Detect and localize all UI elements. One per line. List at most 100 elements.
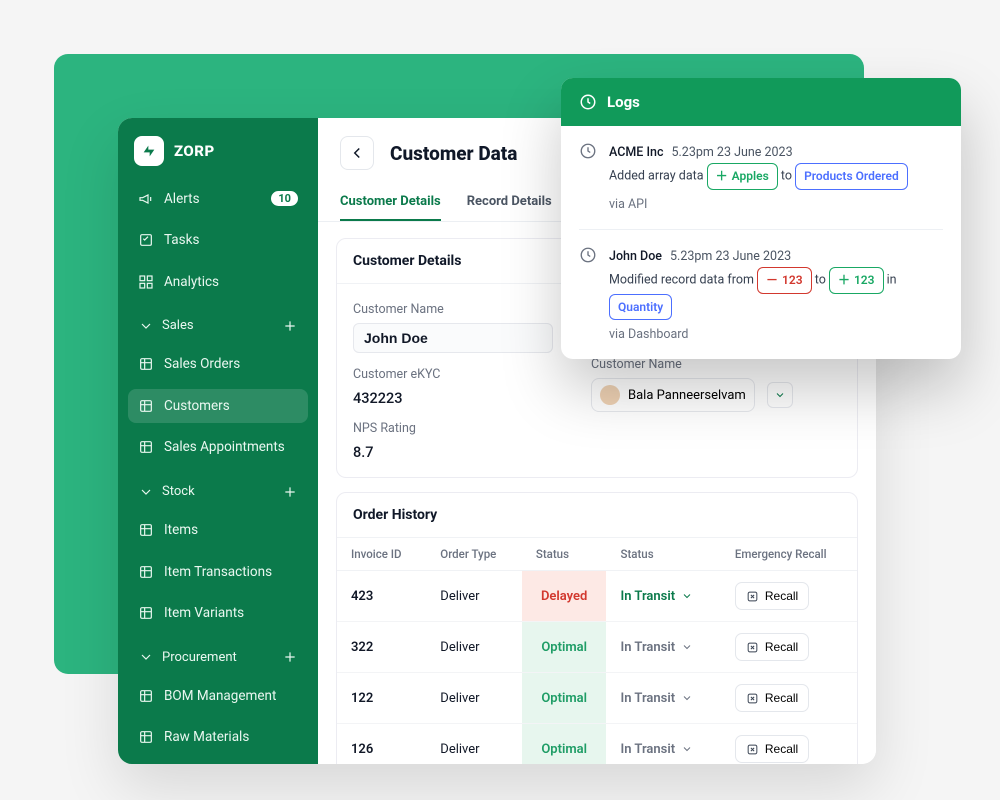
log-time: 5.23pm 23 June 2023 xyxy=(670,249,791,264)
log-tag: －123 xyxy=(757,267,812,293)
cell-transit: In Transit xyxy=(606,622,720,673)
sidebar-group-label: Sales xyxy=(162,318,194,333)
sidebar-item-raw-materials[interactable]: Raw Materials xyxy=(128,721,308,754)
log-actor: John Doe xyxy=(609,249,662,264)
sidebar-group-procurement[interactable]: Procurement xyxy=(128,644,308,672)
sidebar-group-label: Procurement xyxy=(162,650,237,665)
sidebar-item-label: Item Transactions xyxy=(164,564,272,580)
order-history-table: Invoice ID Order Type Status Status Emer… xyxy=(337,537,857,764)
table-icon xyxy=(138,605,154,621)
clock-icon xyxy=(579,246,597,345)
sidebar-group-label: Stock xyxy=(162,484,195,499)
chevron-down-icon xyxy=(681,641,693,653)
chevron-down-icon xyxy=(138,484,154,500)
tab-record-details[interactable]: Record Details xyxy=(467,184,552,221)
recall-button[interactable]: Recall xyxy=(735,633,809,661)
sidebar-item-item-variants[interactable]: Item Variants xyxy=(128,596,308,629)
sidebar-item-alerts[interactable]: Alerts 10 xyxy=(128,182,308,215)
sidebar-item-tasks[interactable]: Tasks xyxy=(128,223,308,256)
history-icon xyxy=(579,93,597,111)
log-meta: via API xyxy=(609,194,908,215)
back-button[interactable] xyxy=(340,136,374,170)
col-order-type: Order Type xyxy=(426,538,522,571)
plus-icon[interactable] xyxy=(282,484,298,500)
megaphone-icon xyxy=(138,191,154,207)
customer-name-input[interactable] xyxy=(353,323,553,353)
col-status2: Status xyxy=(606,538,720,571)
cell-invoice: 322 xyxy=(337,622,426,673)
logs-title: Logs xyxy=(607,93,640,111)
recall-button[interactable]: Recall xyxy=(735,684,809,712)
logs-panel: Logs ACME Inc 5.23pm 23 June 2023 Added a… xyxy=(561,78,961,359)
field-label: Customer eKYC xyxy=(353,367,553,382)
plus-icon[interactable] xyxy=(282,649,298,665)
table-row: 322 Deliver Optimal In Transit Recall xyxy=(337,622,857,673)
sidebar-item-customers[interactable]: Customers xyxy=(128,389,308,422)
brand-logo xyxy=(134,136,164,166)
table-icon xyxy=(138,729,154,745)
table-icon xyxy=(138,522,154,538)
recall-button[interactable]: Recall xyxy=(735,735,809,763)
sidebar-group-sales[interactable]: Sales xyxy=(128,312,308,340)
cell-recall: Recall xyxy=(721,571,857,622)
tab-customer-details[interactable]: Customer Details xyxy=(340,184,441,221)
chevron-down-icon xyxy=(138,649,154,665)
table-row: 122 Deliver Optimal In Transit Recall xyxy=(337,673,857,724)
sidebar-item-label: Alerts xyxy=(164,191,200,207)
transit-dropdown[interactable]: In Transit xyxy=(620,691,693,706)
table-icon xyxy=(138,356,154,372)
field-label: NPS Rating xyxy=(353,421,553,436)
col-status: Status xyxy=(522,538,607,571)
sidebar-item-label: Items xyxy=(164,522,198,538)
transit-dropdown[interactable]: In Transit xyxy=(620,640,693,655)
cell-recall: Recall xyxy=(721,724,857,765)
sidebar-item-item-transactions[interactable]: Item Transactions xyxy=(128,555,308,588)
cell-status: Optimal xyxy=(522,673,607,724)
x-square-icon xyxy=(746,743,759,756)
nps-value: 8.7 xyxy=(353,444,374,461)
clock-icon xyxy=(579,142,597,215)
table-icon xyxy=(138,688,154,704)
sidebar-item-bom-management[interactable]: BOM Management xyxy=(128,679,308,712)
sidebar-item-analytics[interactable]: Analytics xyxy=(128,265,308,298)
owner-dropdown[interactable] xyxy=(767,382,793,408)
log-meta: via Dashboard xyxy=(609,324,943,345)
field-label: Customer Name xyxy=(353,302,553,317)
analytics-icon xyxy=(138,274,154,290)
cell-type: Deliver xyxy=(426,571,522,622)
table-icon xyxy=(138,439,154,455)
sidebar-item-items[interactable]: Items xyxy=(128,513,308,546)
log-item: John Doe5.23pm 23 June 2023 Modified rec… xyxy=(561,230,961,359)
log-line: Added array data ＋Apples to Products Ord… xyxy=(609,163,908,189)
cell-status: Optimal xyxy=(522,724,607,765)
plus-icon[interactable] xyxy=(282,318,298,334)
log-tag: Products Ordered xyxy=(795,163,908,189)
cell-transit: In Transit xyxy=(606,673,720,724)
cell-invoice: 423 xyxy=(337,571,426,622)
details-left: Customer Name Customer eKYC 432223 NPS R… xyxy=(353,288,553,461)
alerts-count: 10 xyxy=(271,191,298,206)
sidebar-item-label: Sales Orders xyxy=(164,356,240,372)
cell-transit: In Transit xyxy=(606,724,720,765)
chevron-down-icon xyxy=(681,743,693,755)
order-history-card: Order History Invoice ID Order Type Stat… xyxy=(336,492,858,764)
log-time: 5.23pm 23 June 2023 xyxy=(671,145,792,160)
chevron-down-icon xyxy=(681,692,693,704)
sidebar-item-sales-appointments[interactable]: Sales Appointments xyxy=(128,431,308,464)
logs-header: Logs xyxy=(561,78,961,126)
sidebar-group-stock[interactable]: Stock xyxy=(128,478,308,506)
transit-dropdown[interactable]: In Transit xyxy=(620,589,693,604)
transit-dropdown[interactable]: In Transit xyxy=(620,742,693,757)
field-label: Customer Name xyxy=(591,357,807,372)
x-square-icon xyxy=(746,641,759,654)
brand: ZORP xyxy=(128,136,308,174)
col-recall: Emergency Recall xyxy=(721,538,857,571)
owner-chip[interactable]: Bala Panneerselvam xyxy=(591,378,755,412)
ekyc-value: 432223 xyxy=(353,390,402,407)
recall-button[interactable]: Recall xyxy=(735,582,809,610)
x-square-icon xyxy=(746,590,759,603)
sidebar-item-sales-orders[interactable]: Sales Orders xyxy=(128,348,308,381)
log-actor: ACME Inc xyxy=(609,145,663,160)
page-title: Customer Data xyxy=(390,142,517,165)
cell-type: Deliver xyxy=(426,724,522,765)
